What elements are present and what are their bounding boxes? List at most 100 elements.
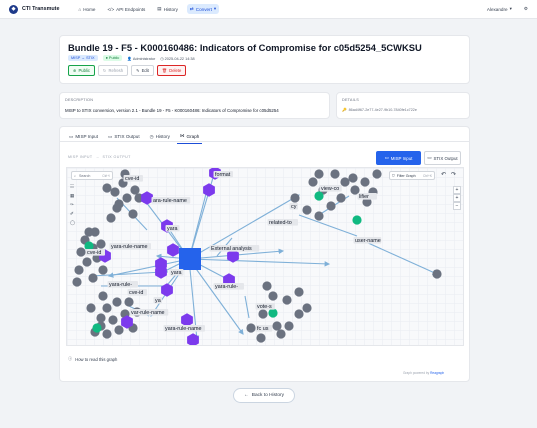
- tab-misp-input[interactable]: ▭ MISP Input: [66, 131, 101, 144]
- nav-convert[interactable]: ⇄ Convert ▾: [186, 4, 220, 14]
- observable-node[interactable]: [96, 313, 106, 323]
- brand-logo-icon: ◆: [9, 4, 18, 14]
- observable-node[interactable]: [272, 321, 282, 331]
- file-icon: ▭: [108, 133, 113, 139]
- observable-node[interactable]: [336, 193, 346, 203]
- observable-node[interactable]: [88, 273, 98, 283]
- observable-node[interactable]: [262, 281, 272, 291]
- zoom-fit-button[interactable]: +: [453, 194, 461, 202]
- tab-stix-output[interactable]: ▭ STIX Output: [105, 131, 143, 144]
- observable-node[interactable]: [74, 265, 84, 275]
- indicator-node[interactable]: [167, 243, 179, 257]
- observable-node[interactable]: [282, 295, 292, 305]
- observable-node[interactable]: [330, 169, 340, 179]
- observable-node[interactable]: [372, 169, 382, 179]
- zoom-in-button[interactable]: +: [453, 186, 461, 194]
- observable-node[interactable]: [314, 169, 324, 179]
- observable-node[interactable]: [114, 325, 124, 335]
- gear-icon[interactable]: ⚙: [524, 6, 528, 12]
- search-icon: ⌕: [74, 173, 77, 178]
- delete-button[interactable]: 🗑 Delete: [156, 65, 187, 76]
- tab-graph[interactable]: ⋈ Graph: [176, 131, 203, 144]
- stix-output-button[interactable]: ▭ STIX Output: [424, 151, 461, 165]
- tab-bar: ▭ MISP Input ▭ STIX Output ◷ History ⋈ Graph: [66, 131, 203, 144]
- brush-icon[interactable]: ✐: [70, 211, 75, 217]
- observable-node[interactable]: [102, 329, 112, 339]
- observable-node[interactable]: [82, 257, 92, 267]
- nav-api-endpoints[interactable]: </> API Endpoints: [105, 5, 149, 14]
- indicator-node[interactable]: [141, 191, 153, 205]
- brand-name: CTI Transmute: [22, 6, 60, 12]
- graph-search-input[interactable]: ⌕ Search Ctrl+/: [71, 171, 113, 180]
- observable-node[interactable]: [256, 333, 266, 343]
- observable-node[interactable]: [284, 321, 294, 331]
- observable-node[interactable]: [110, 187, 120, 197]
- observable-node[interactable]: [102, 303, 112, 313]
- report-node[interactable]: [179, 248, 201, 270]
- observable-node[interactable]: [302, 205, 312, 215]
- observable-node[interactable]: [112, 203, 122, 213]
- observable-node[interactable]: [294, 287, 304, 297]
- indicator-node[interactable]: [203, 183, 215, 197]
- user-menu[interactable]: Alexandre ▾: [487, 6, 512, 12]
- indicator-node[interactable]: [187, 333, 199, 346]
- observable-node[interactable]: [130, 185, 140, 195]
- observable-node[interactable]: [98, 265, 108, 275]
- observable-node[interactable]: [86, 303, 96, 313]
- how-to-read-graph[interactable]: ⓘ How to read this graph: [68, 356, 117, 362]
- back-to-history-button[interactable]: ← Back to History: [233, 388, 295, 403]
- observable-node[interactable]: [308, 177, 318, 187]
- observable-node[interactable]: [326, 201, 336, 211]
- observable-node[interactable]: [112, 297, 122, 307]
- public-button[interactable]: ⊕ Public: [68, 65, 95, 76]
- reagraph-link[interactable]: Reagraph: [430, 371, 444, 375]
- observable-node[interactable]: [122, 193, 132, 203]
- tab-graph-label: Graph: [186, 133, 200, 139]
- observable-node[interactable]: [314, 211, 324, 221]
- observable-node[interactable]: [348, 173, 358, 183]
- vulnerability-node[interactable]: [352, 215, 362, 225]
- layout-icon[interactable]: ☷: [70, 184, 75, 190]
- observable-node[interactable]: [294, 309, 304, 319]
- observable-node[interactable]: [432, 269, 442, 279]
- observable-node[interactable]: [246, 323, 256, 333]
- observable-node[interactable]: [302, 303, 312, 313]
- observable-node[interactable]: [128, 209, 138, 219]
- refresh-button[interactable]: ↻ Refresh: [97, 65, 129, 76]
- observable-node[interactable]: [276, 329, 286, 339]
- edit-button[interactable]: ✎ Edit: [131, 65, 154, 76]
- misp-input-button[interactable]: ▭ MISP Input: [376, 151, 421, 165]
- observable-node[interactable]: [290, 193, 300, 203]
- observable-node[interactable]: [72, 277, 82, 287]
- grid-icon[interactable]: ▦: [70, 193, 75, 199]
- brand[interactable]: ◆ CTI Transmute: [9, 4, 60, 14]
- redo-icon[interactable]: ↷: [451, 171, 456, 178]
- observable-node[interactable]: [96, 239, 106, 249]
- observable-node[interactable]: [90, 227, 100, 237]
- nav-home[interactable]: ⌂ Home: [75, 5, 98, 14]
- graph-canvas[interactable]: format ara-rule-name cve-id yara External an…: [66, 167, 464, 346]
- observable-node[interactable]: [102, 183, 112, 193]
- zoom-out-button[interactable]: −: [453, 202, 461, 210]
- observable-node[interactable]: [124, 297, 134, 307]
- observable-node[interactable]: [108, 315, 118, 325]
- observable-node[interactable]: [76, 247, 86, 257]
- observable-node[interactable]: [268, 291, 278, 301]
- nav-history[interactable]: ▤ History: [154, 4, 181, 14]
- tab-history[interactable]: ◷ History: [147, 131, 173, 144]
- observable-node[interactable]: [98, 291, 108, 301]
- observable-node[interactable]: [258, 309, 268, 319]
- indicator-node[interactable]: [181, 313, 193, 327]
- uuid-value[interactable]: 86ad4f67-2e77-4e27-9b10-7840fe1c722e: [349, 108, 417, 112]
- observable-node[interactable]: [106, 213, 116, 223]
- observable-node[interactable]: [340, 177, 350, 187]
- graph-nodes[interactable]: [72, 168, 442, 346]
- graph-filter-input[interactable]: ⛉ Filter Graph Ctrl+K: [389, 171, 435, 180]
- pin-icon[interactable]: ✑: [70, 202, 75, 208]
- vulnerability-node[interactable]: [314, 191, 324, 201]
- undo-icon[interactable]: ↶: [441, 171, 446, 178]
- graph-svg[interactable]: format ara-rule-name cve-id yara External an…: [67, 168, 464, 346]
- observable-node[interactable]: [360, 177, 370, 187]
- vulnerability-node[interactable]: [92, 323, 102, 333]
- lasso-icon[interactable]: ◯: [70, 220, 75, 226]
